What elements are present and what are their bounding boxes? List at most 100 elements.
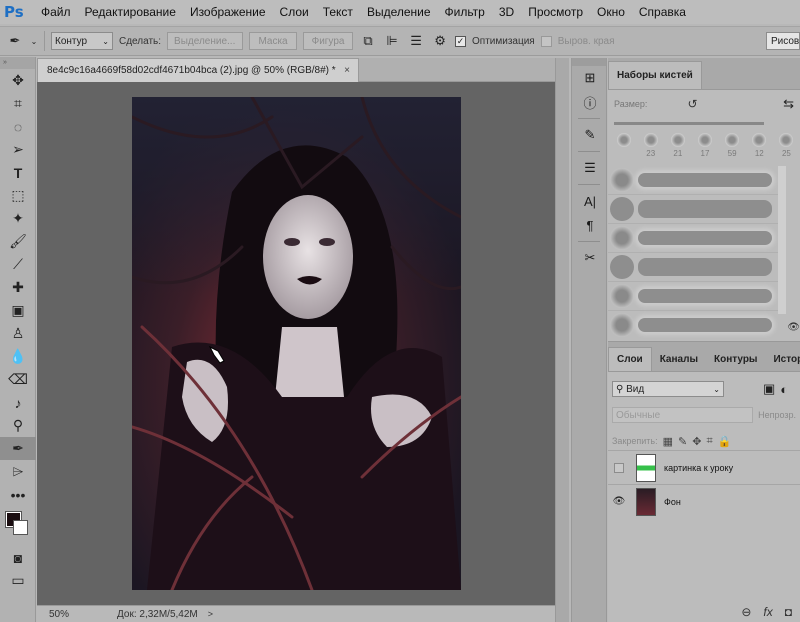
menu-help[interactable]: Справка (632, 5, 693, 19)
brush-stroke-preset[interactable] (608, 166, 778, 195)
brush-preset[interactable]: 12 (746, 133, 773, 158)
document-image[interactable] (132, 97, 461, 590)
canvas-area[interactable] (37, 82, 555, 606)
reset-icon[interactable]: ↺ (687, 97, 697, 111)
gradient-tool-icon[interactable]: ▣ (0, 299, 36, 322)
brush-panel-toggle-icon[interactable]: ⇆ (783, 96, 794, 112)
history-brush-tool-icon[interactable]: ♪ (0, 391, 36, 414)
make-shape-button[interactable]: Фигура (303, 32, 354, 50)
menu-3d[interactable]: 3D (492, 5, 521, 19)
eraser-tool-icon[interactable]: ⌫ (0, 368, 36, 391)
path-operations-icon[interactable]: ⧉ (359, 32, 377, 50)
lasso-tool-icon[interactable]: ➢ (0, 138, 36, 161)
tab-paths[interactable]: Контуры (706, 347, 765, 371)
document-tab[interactable]: 8e4c9c16a4669f58d02cdf4671b04bca (2).jpg… (37, 58, 359, 82)
zoom-field[interactable]: 50% (37, 609, 75, 620)
brush-preset[interactable]: 25 (773, 133, 800, 158)
layer-filter-dropdown[interactable]: ⚲ Вид ⌄ (612, 381, 724, 397)
menu-window[interactable]: Окно (590, 5, 632, 19)
path-alignment-icon[interactable]: ⊫ (383, 32, 401, 50)
tab-history[interactable]: История (765, 347, 800, 371)
close-icon[interactable]: × (344, 65, 350, 76)
menu-image[interactable]: Изображение (183, 5, 273, 19)
quick-selection-tool-icon[interactable]: ◌ (0, 115, 36, 138)
magic-wand-tool-icon[interactable]: ✦ (0, 207, 36, 230)
clone-stamp-tool-icon[interactable]: ♙ (0, 322, 36, 345)
add-mask-icon[interactable]: ◘ (785, 605, 792, 619)
lock-pixels-icon[interactable]: ✎ (678, 435, 687, 448)
crop-tool-icon[interactable]: ⌗ (0, 92, 36, 115)
brush-stroke-preset[interactable] (608, 224, 778, 253)
make-selection-button[interactable]: Выделение... (167, 32, 244, 50)
menu-layers[interactable]: Слои (273, 5, 316, 19)
layer-row[interactable]: 👁 Фон (608, 484, 800, 518)
lock-all-icon[interactable]: 🔒 (718, 435, 732, 448)
healing-brush-tool-icon[interactable]: ✚ (0, 276, 36, 299)
status-menu-arrow[interactable]: > (208, 609, 213, 619)
menu-view[interactable]: Просмотр (521, 5, 590, 19)
menu-select[interactable]: Выделение (360, 5, 438, 19)
align-edges-checkbox[interactable] (540, 35, 552, 47)
paragraph-panel-icon[interactable]: ¶ (572, 213, 608, 237)
menu-filter[interactable]: Фильтр (438, 5, 492, 19)
pen-mode-dropdown[interactable]: Контур ⌄ (51, 32, 113, 50)
eye-icon[interactable]: 👁 (787, 322, 800, 333)
lock-position-icon[interactable]: ✥ (692, 435, 701, 448)
make-mask-button[interactable]: Маска (249, 32, 298, 50)
brush-tool-icon[interactable]: 🖌 (0, 230, 36, 253)
character-panel-icon[interactable]: A| (572, 189, 608, 213)
brush-list-scrollbar[interactable] (778, 166, 786, 314)
brush-preset[interactable]: 21 (664, 133, 691, 158)
tool-presets-panel-icon[interactable]: ✂ (572, 246, 608, 270)
link-layers-icon[interactable]: ⊖ (741, 605, 751, 619)
quick-mask-icon[interactable]: ◙ (0, 546, 36, 569)
brush-stroke-preset[interactable] (608, 282, 778, 311)
adjustment-filter-icon[interactable]: ◐ (780, 382, 788, 397)
brush-preset[interactable]: 59 (719, 133, 746, 158)
panel-collapse-icon[interactable]: » (0, 57, 35, 69)
panel-grip[interactable] (572, 58, 606, 66)
gear-icon[interactable]: ⚙ (431, 32, 449, 50)
clone-source-panel-icon[interactable]: ☰ (572, 156, 608, 180)
type-tool-icon[interactable]: T (0, 161, 36, 184)
lock-artboard-icon[interactable]: ⌗ (706, 435, 712, 448)
brush-stroke-preset[interactable] (608, 195, 778, 224)
path-selection-tool-icon[interactable]: ⌲ (0, 460, 36, 483)
brush-preset[interactable] (610, 133, 637, 158)
brush-preset[interactable]: 17 (691, 133, 718, 158)
layer-row[interactable]: картинка к уроку (608, 450, 800, 484)
layer-visibility-toggle[interactable] (608, 462, 630, 473)
layer-visibility-toggle[interactable]: 👁 (608, 496, 630, 507)
layer-style-icon[interactable]: fx (763, 605, 772, 619)
menu-type[interactable]: Текст (316, 5, 360, 19)
info-panel-icon[interactable]: ⓘ (572, 90, 608, 114)
blur-tool-icon[interactable]: 💧 (0, 345, 36, 368)
pen-tool-preset-icon[interactable]: ✒ (6, 32, 24, 50)
workspace-switcher-button[interactable]: Рисование (766, 32, 800, 50)
tab-brush-presets[interactable]: Наборы кистей (608, 61, 702, 89)
brush-stroke-preset[interactable] (608, 311, 778, 338)
menu-file[interactable]: Файл (34, 5, 78, 19)
optimize-checkbox[interactable]: ✓ (455, 35, 467, 47)
brush-panel-icon[interactable]: ✎ (572, 123, 608, 147)
tab-layers[interactable]: Слои (608, 347, 652, 371)
dodge-tool-icon[interactable]: ⚲ (0, 414, 36, 437)
move-tool-icon[interactable]: ✥ (0, 69, 36, 92)
brush-preset[interactable]: 23 (637, 133, 664, 158)
more-tools-icon[interactable]: ••• (0, 483, 36, 506)
screen-mode-icon[interactable]: ▭ (0, 569, 36, 592)
image-filter-icon[interactable]: ▣ (763, 381, 775, 397)
pen-tool-icon[interactable]: ✒ (0, 437, 36, 460)
brush-stroke-preset[interactable] (608, 253, 778, 282)
lock-transparent-icon[interactable]: ▦ (663, 435, 673, 448)
path-arrangement-icon[interactable]: ☰ (407, 32, 425, 50)
color-panel-icon[interactable]: ⊞ (572, 66, 608, 90)
marquee-tool-icon[interactable]: ⬚ (0, 184, 36, 207)
blend-mode-dropdown[interactable]: Обычные (612, 407, 754, 423)
canvas-vertical-scrollbar[interactable] (555, 58, 569, 622)
tab-channels[interactable]: Каналы (652, 347, 706, 371)
background-color-swatch[interactable] (13, 520, 28, 535)
menu-edit[interactable]: Редактирование (78, 5, 183, 19)
chevron-down-icon[interactable]: ⌄ (30, 32, 38, 50)
eyedropper-tool-icon[interactable]: ⟋ (0, 253, 36, 276)
